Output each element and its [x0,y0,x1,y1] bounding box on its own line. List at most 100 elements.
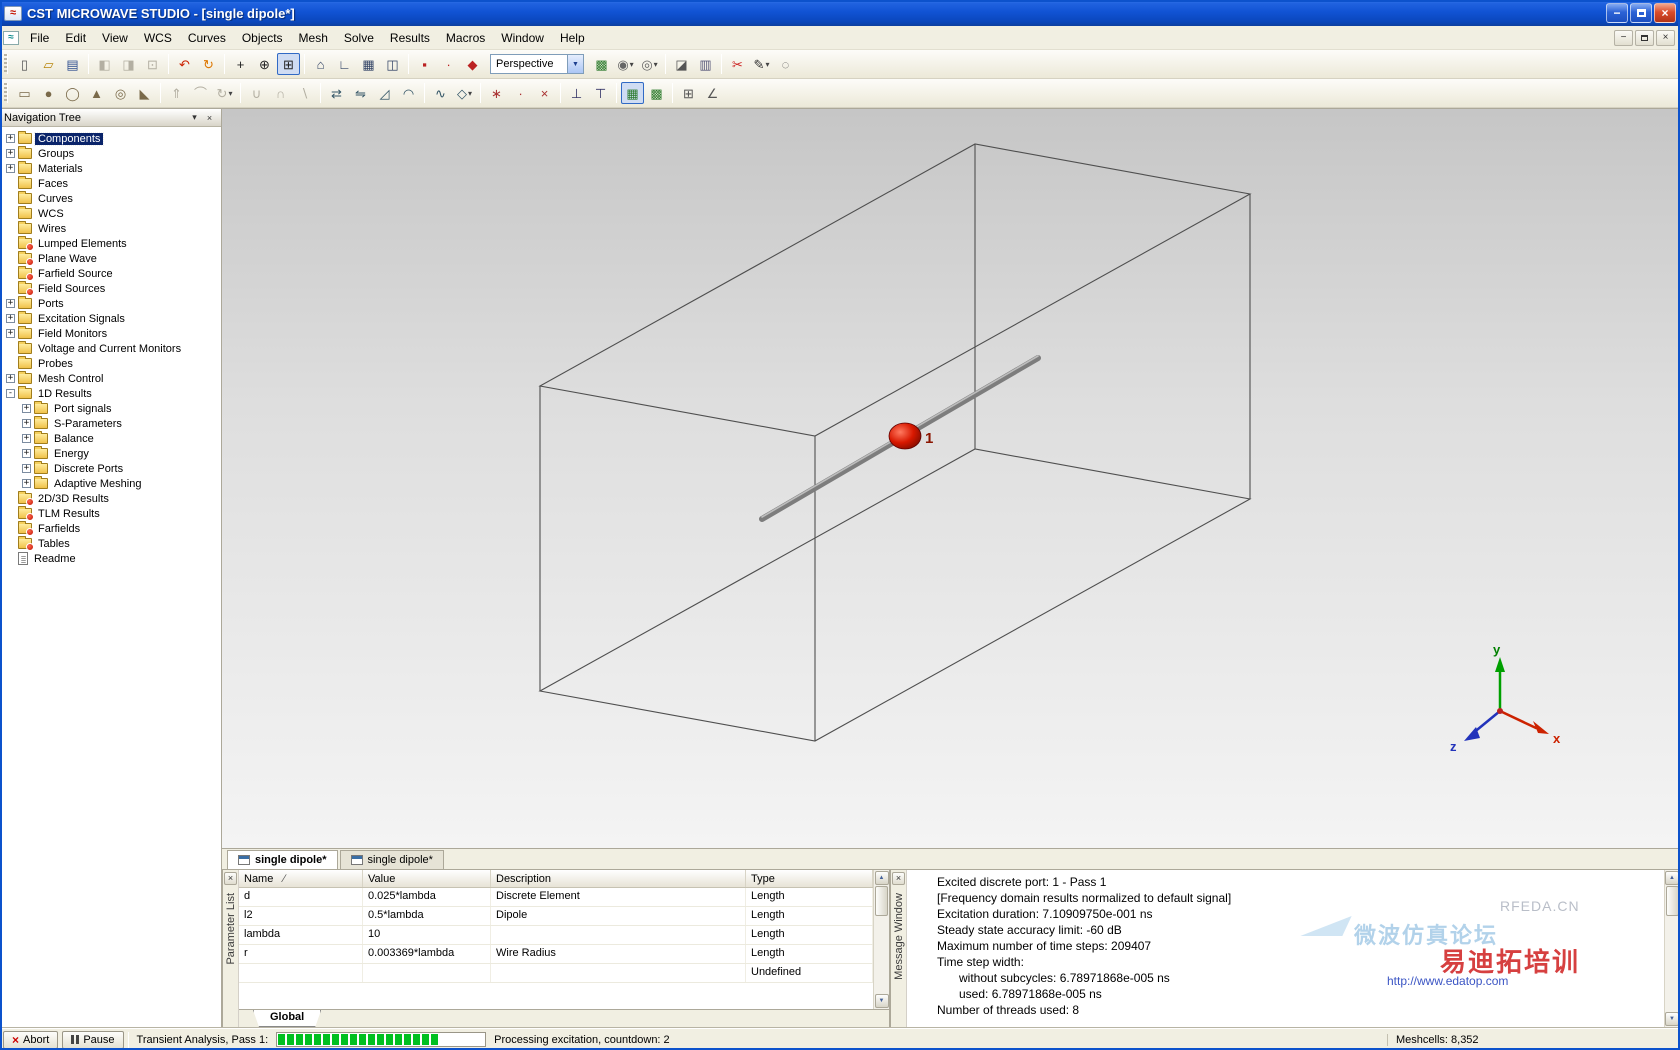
close-button[interactable]: × [1654,3,1676,23]
tree-item-tables[interactable]: Tables [0,536,221,551]
global-sheet-tab[interactable]: Global [253,1010,321,1027]
column-header-name[interactable]: Name ∕ [239,870,363,887]
create-brick-button[interactable]: ▭ [13,82,36,104]
tree-expand-toggle[interactable]: + [22,434,31,443]
tree-item-components[interactable]: + Components [0,131,221,146]
close-icon[interactable]: × [202,111,217,124]
parameter-row[interactable]: r 0.003369*lambda Wire Radius Length [239,945,873,964]
tree-expand-toggle[interactable]: + [6,374,15,383]
mdi-restore-button[interactable] [1635,29,1654,46]
tree-item-discrete-ports[interactable]: + Discrete Ports [0,461,221,476]
tree-item-faces[interactable]: Faces [0,176,221,191]
menu-view[interactable]: View [94,27,136,49]
tree-item-adaptive-meshing[interactable]: + Adaptive Meshing [0,476,221,491]
scroll-thumb[interactable] [1665,886,1679,916]
perspective-select[interactable]: Perspective ▼ [490,54,584,74]
tree-item-lumped-elements[interactable]: Lumped Elements [0,236,221,251]
axis-view-button[interactable]: ∟ [333,53,356,75]
tree-expand-toggle[interactable]: + [22,404,31,413]
menu-edit[interactable]: Edit [57,27,94,49]
blend-button[interactable]: ◠ [397,82,420,104]
scroll-up-icon[interactable]: ▲ [1665,871,1679,885]
create-cone-button[interactable]: ▲ [85,82,108,104]
menu-results[interactable]: Results [382,27,438,49]
menu-mesh[interactable]: Mesh [291,27,336,49]
doc-tab[interactable]: single dipole* [227,850,338,869]
toolbar-grip[interactable] [4,83,8,103]
parameter-row[interactable]: lambda 10 Length [239,926,873,945]
parameter-scrollbar[interactable]: ▲ ▼ [873,870,889,1009]
pick-points-tool-button[interactable]: ∗ [485,82,508,104]
boolean-subtract-button[interactable]: ∩ [269,82,292,104]
tree-expand-toggle[interactable]: + [22,419,31,428]
pick-point-button[interactable]: ▪ [413,53,436,75]
tree-item-mesh-control[interactable]: + Mesh Control [0,371,221,386]
tree-item-materials[interactable]: + Materials [0,161,221,176]
menu-objects[interactable]: Objects [234,27,291,49]
tree-expand-toggle[interactable]: + [6,134,15,143]
tree-item-readme[interactable]: Readme [0,551,221,566]
tree-expand-toggle[interactable]: + [22,479,31,488]
undo-button[interactable]: ↶ [173,53,196,75]
close-icon[interactable]: × [224,872,237,885]
reset-view-button[interactable]: ⌂ [309,53,332,75]
tree-expand-toggle[interactable]: + [6,299,15,308]
menu-window[interactable]: Window [493,27,552,49]
cut-object-button[interactable]: ✂ [726,53,749,75]
save-button[interactable]: ▤ [61,53,84,75]
column-header-type[interactable]: Type [746,870,873,887]
mesh-properties-button[interactable]: ▦ [621,82,644,104]
boolean-add-button[interactable]: ∪ [245,82,268,104]
parameter-row[interactable]: l2 0.5*lambda Dipole Length [239,907,873,926]
menu-solve[interactable]: Solve [336,27,382,49]
tree-expand-toggle[interactable]: + [22,464,31,473]
viewport-3d[interactable]: 1 y x z [222,109,1680,849]
tree-item-voltage-and-current-monitors[interactable]: Voltage and Current Monitors [0,341,221,356]
wcs-tool-button[interactable]: ⊥ [565,82,588,104]
tree-item-probes[interactable]: Probes [0,356,221,371]
parameter-row[interactable]: d 0.025*lambda Discrete Element Length [239,888,873,907]
tree-item-2d-3d-results[interactable]: 2D/3D Results [0,491,221,506]
discrete-port-sphere[interactable] [888,422,922,450]
tree-item-wcs[interactable]: WCS [0,206,221,221]
parameter-row[interactable]: Undefined [239,964,873,983]
pick-center-button[interactable]: ∙ [509,82,532,104]
minimize-button[interactable]: − [1606,3,1628,23]
pick-face-button[interactable]: ◆ [461,53,484,75]
menu-curves[interactable]: Curves [180,27,234,49]
delete-object-button[interactable]: ◌ [774,53,797,75]
tree-item-curves[interactable]: Curves [0,191,221,206]
zoom-window-button[interactable]: ⊞ [277,53,300,75]
farfield-plot-button[interactable]: ▥ [694,53,717,75]
new-file-button[interactable]: ▯ [13,53,36,75]
measure-button[interactable]: ∠ [701,82,724,104]
pause-button[interactable]: Pause [62,1030,124,1049]
tree-item-1d-results[interactable]: - 1D Results [0,386,221,401]
menu-wcs[interactable]: WCS [136,27,180,49]
abort-button[interactable]: × Abort [3,1030,59,1049]
material-view-button[interactable]: ◉ ▾ [614,53,637,75]
tree-item-farfield-source[interactable]: Farfield Source [0,266,221,281]
tree-item-ports[interactable]: + Ports [0,296,221,311]
create-curve-button[interactable]: ∿ [429,82,452,104]
menu-help[interactable]: Help [552,27,593,49]
tree-item-plane-wave[interactable]: Plane Wave [0,251,221,266]
copy-image-button[interactable]: ◧ [93,53,116,75]
menu-file[interactable]: File [22,27,57,49]
workplane-button[interactable]: ⊞ [677,82,700,104]
mirror-button[interactable]: ⇋ [349,82,372,104]
doc-tab[interactable]: single dipole* [339,850,444,869]
redo-button[interactable]: ↻ [197,53,220,75]
result-view-button[interactable]: ◎ ▾ [638,53,661,75]
restore-button[interactable] [1630,3,1652,23]
tree-expand-toggle[interactable]: - [6,389,15,398]
tree-item-energy[interactable]: + Energy [0,446,221,461]
create-sphere-button[interactable]: ● [37,82,60,104]
create-polygon-button[interactable]: ◇ ▾ [453,82,476,104]
open-file-button[interactable]: ▱ [37,53,60,75]
tree-item-s-parameters[interactable]: + S-Parameters [0,416,221,431]
scroll-thumb[interactable] [875,886,888,916]
scroll-down-icon[interactable]: ▼ [874,994,889,1008]
tree-item-groups[interactable]: + Groups [0,146,221,161]
tree-item-field-sources[interactable]: Field Sources [0,281,221,296]
